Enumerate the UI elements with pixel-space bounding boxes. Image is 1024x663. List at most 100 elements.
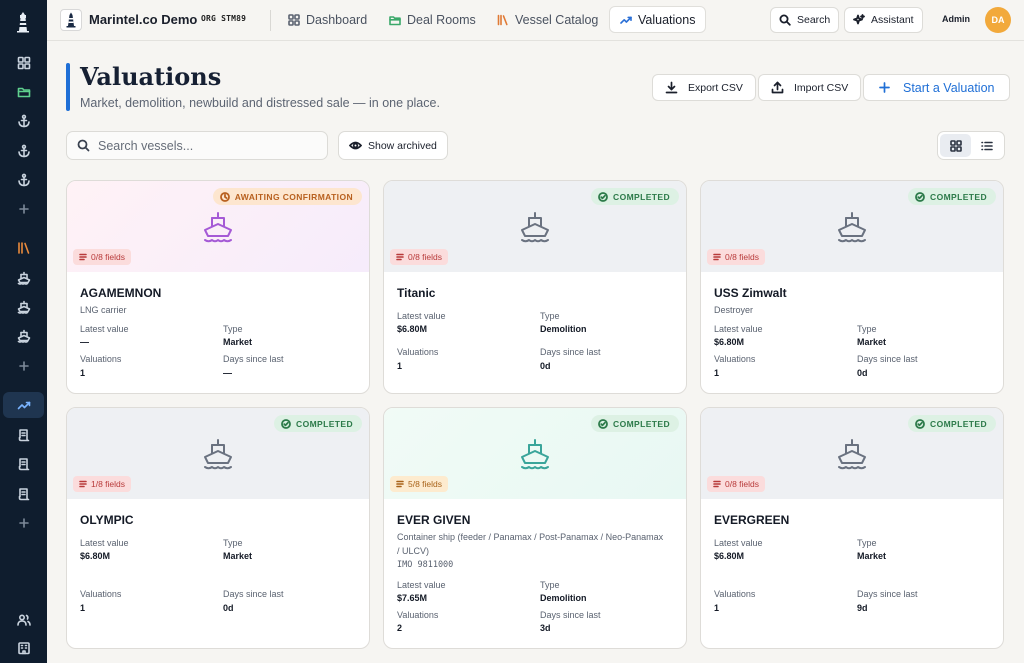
top-bar: Marintel.co Demo ORG STM89 Dashboard Dea… (47, 0, 1024, 41)
ship-icon (204, 211, 232, 242)
imo-number: IMO 9811000 (397, 560, 454, 570)
show-archived-button[interactable]: Show archived (338, 131, 448, 160)
card-hero: COMPLETED 0/8 fields (384, 181, 686, 272)
clock-icon (219, 191, 230, 202)
document-icon[interactable] (3, 451, 44, 477)
days-since-last: 9d (857, 603, 868, 613)
check-circle-icon (281, 418, 291, 429)
status-badge: COMPLETED (908, 415, 996, 432)
list-icon (396, 253, 404, 261)
nav-valuations-label: Valuations (638, 12, 696, 27)
library-icon[interactable] (3, 235, 44, 261)
valuations-label: Valuations (714, 589, 756, 599)
building-icon[interactable] (3, 635, 44, 661)
list-view-button[interactable] (971, 134, 1002, 157)
import-csv-button[interactable]: Import CSV (758, 74, 862, 101)
vessel-card[interactable]: COMPLETED 0/8 fields USS Zimwalt Destroy… (700, 180, 1004, 394)
valuations-count: 1 (80, 368, 86, 378)
sidebar (0, 0, 47, 663)
anchor-icon[interactable] (3, 108, 44, 134)
search-vessels-field[interactable] (66, 131, 328, 160)
status-badge: AWAITING CONFIRMATION (212, 188, 362, 205)
vessel-card[interactable]: COMPLETED 0/8 fields Titanic Latest valu… (383, 180, 687, 394)
org-badge: ORG STM89 (201, 14, 247, 23)
vessel-card[interactable]: COMPLETED 1/8 fields OLYMPIC Latest valu… (66, 407, 370, 649)
latest-value: $6.80M (80, 551, 111, 561)
grid-icon (288, 13, 300, 26)
anchor-icon[interactable] (3, 167, 44, 193)
valuations-count: 1 (714, 368, 720, 378)
plus-icon (879, 82, 890, 93)
vessel-card[interactable]: COMPLETED 0/8 fields EVERGREEN Latest va… (700, 407, 1004, 649)
status-badge: COMPLETED (908, 188, 996, 205)
view-toggle (937, 131, 1005, 160)
check-circle-icon (915, 191, 925, 202)
anchor-icon[interactable] (3, 138, 44, 164)
latest-value: $7.65M (397, 593, 428, 603)
user-role: Admin (942, 14, 970, 24)
days-since-last: 0d (223, 603, 234, 613)
list-icon (79, 480, 87, 488)
check-circle-icon (915, 418, 925, 429)
card-hero: AWAITING CONFIRMATION 0/8 fields (67, 181, 369, 272)
card-hero: COMPLETED 0/8 fields (701, 181, 1003, 272)
vessel-name: EVERGREEN (714, 513, 790, 527)
valuations-label: Valuations (397, 347, 439, 357)
vessel-card[interactable]: AWAITING CONFIRMATION 0/8 fields AGAMEMN… (66, 180, 370, 394)
start-valuation-button[interactable]: Start a Valuation (863, 74, 1010, 101)
import-csv-label: Import CSV (794, 81, 849, 94)
page-subtitle: Market, demolition, newbuild and distres… (80, 96, 440, 110)
search-button[interactable]: Search (770, 7, 840, 33)
valuation-type: Market (223, 337, 253, 347)
search-vessels-input[interactable] (98, 138, 298, 153)
fields-badge: 0/8 fields (707, 249, 766, 265)
lighthouse-logo-icon[interactable] (9, 8, 37, 36)
nav-valuations[interactable]: Valuations (609, 6, 707, 33)
fields-label: 0/8 fields (725, 479, 760, 489)
page-title: Valuations (80, 62, 222, 91)
vessel-name: Titanic (397, 286, 436, 300)
grid-view-button[interactable] (940, 134, 971, 157)
folder-icon[interactable] (3, 79, 44, 105)
ship-icon[interactable] (3, 265, 44, 291)
nav-deal-rooms-label: Deal Rooms (407, 12, 476, 27)
list-icon (980, 141, 993, 150)
latest-value-label: Latest value (714, 324, 763, 334)
nav-vessel-catalog-label: Vessel Catalog (515, 12, 599, 27)
upload-icon (771, 81, 784, 94)
vessel-card[interactable]: COMPLETED 5/8 fields EVER GIVEN Containe… (383, 407, 687, 649)
assistant-button[interactable]: Assistant (844, 7, 923, 33)
export-csv-button[interactable]: Export CSV (652, 74, 756, 101)
brand-name[interactable]: Marintel.co Demo (89, 12, 197, 27)
plus-icon[interactable] (3, 196, 44, 222)
document-icon[interactable] (3, 422, 44, 448)
nav-vessel-catalog[interactable]: Vessel Catalog (487, 6, 608, 33)
fields-badge: 0/8 fields (390, 249, 449, 265)
latest-value-label: Latest value (397, 311, 446, 321)
nav-dashboard[interactable]: Dashboard (278, 6, 377, 33)
type-label: Type (857, 324, 877, 334)
vessel-name: AGAMEMNON (80, 286, 162, 300)
list-icon (713, 480, 721, 488)
folder-icon (389, 15, 401, 25)
show-archived-label: Show archived (368, 139, 437, 152)
status-label: COMPLETED (930, 418, 987, 429)
brand-logo-icon[interactable] (60, 9, 82, 31)
search-icon (779, 14, 791, 26)
nav-deal-rooms[interactable]: Deal Rooms (379, 6, 486, 33)
plus-icon[interactable] (3, 510, 44, 536)
nav-dashboard-label: Dashboard (306, 12, 368, 27)
document-icon[interactable] (3, 481, 44, 507)
users-icon[interactable] (3, 607, 44, 633)
grid-icon[interactable] (3, 50, 44, 76)
ship-icon[interactable] (3, 294, 44, 320)
list-icon (79, 253, 87, 261)
plus-icon[interactable] (3, 353, 44, 379)
avatar[interactable]: DA (985, 7, 1011, 33)
sparkles-icon (853, 14, 865, 25)
status-badge: COMPLETED (591, 415, 679, 432)
fields-badge: 0/8 fields (707, 476, 766, 492)
ship-icon[interactable] (3, 323, 44, 349)
title-accent-bar (66, 63, 70, 111)
trending-icon[interactable] (3, 392, 44, 418)
